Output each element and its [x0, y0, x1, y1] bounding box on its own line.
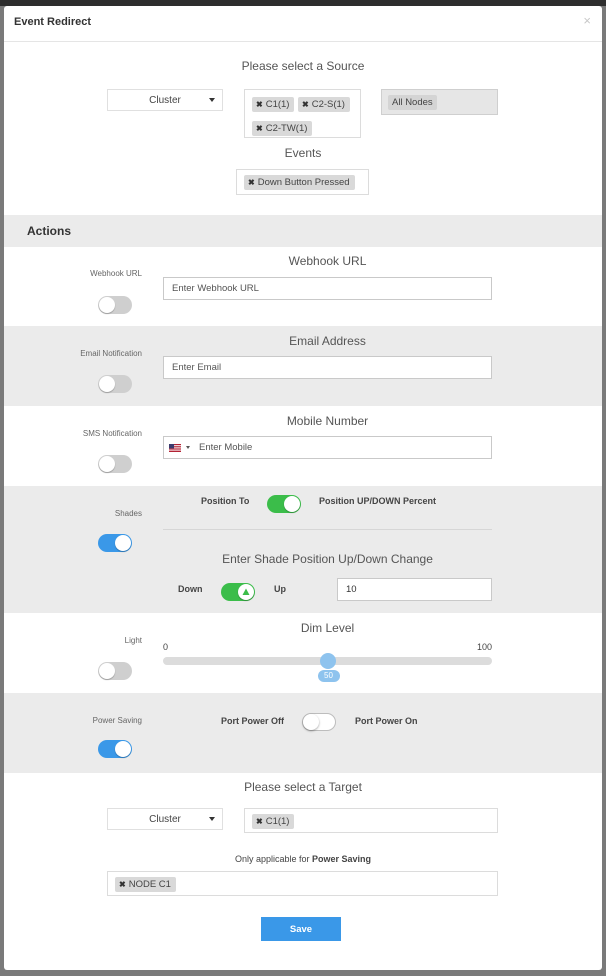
power-saving-toggle[interactable]	[98, 740, 132, 758]
tag-label: Down Button Pressed	[257, 177, 350, 188]
sms-toggle[interactable]	[98, 455, 132, 473]
target-cluster-multiselect[interactable]: ✖ C1(1)	[244, 808, 498, 833]
modal-title: Event Redirect	[14, 16, 92, 28]
toggle-knob	[303, 714, 319, 730]
light-side-label: Light	[124, 636, 142, 645]
slider-max-label: 100	[477, 642, 493, 652]
source-cluster-tag[interactable]: ✖ C1(1)	[252, 97, 295, 112]
power-saving-side-label: Power Saving	[92, 716, 142, 725]
mobile-title: Mobile Number	[286, 414, 369, 428]
light-row: Light Dim Level 0 100 50	[4, 613, 602, 693]
mobile-input[interactable]: Enter Mobile	[163, 436, 492, 459]
toggle-knob	[99, 376, 115, 392]
source-cluster-multiselect[interactable]: ✖ C1(1) ✖ C2-S(1) ✖ C2-TW(1)	[244, 89, 361, 138]
actions-header: Actions	[4, 215, 602, 247]
tag-label: C2-TW(1)	[265, 123, 308, 134]
remove-tag-icon[interactable]: ✖	[119, 880, 126, 889]
toggle-knob	[99, 297, 115, 313]
tag-label: C1(1)	[265, 99, 290, 110]
up-arrow-icon	[242, 588, 250, 595]
note-bold: Power Saving	[312, 854, 372, 864]
tag-label: C1(1)	[265, 816, 290, 827]
shades-side-label: Shades	[114, 509, 142, 518]
shades-row: Shades Position To Position UP/DOWN Perc…	[4, 486, 602, 613]
webhook-title: Webhook URL	[288, 254, 367, 268]
port-power-off-label: Port Power Off	[221, 716, 285, 726]
position-to-label: Position To	[201, 496, 250, 506]
target-cluster-tag[interactable]: ✖ C1(1)	[252, 814, 295, 829]
divider	[163, 529, 492, 530]
note-prefix: Only applicable for	[234, 854, 312, 864]
toggle-knob	[115, 535, 131, 551]
event-redirect-modal: Event Redirect × Please select a Source …	[4, 6, 602, 970]
shades-toggle[interactable]	[98, 534, 132, 552]
position-percent-label: Position UP/DOWN Percent	[319, 496, 437, 506]
dim-slider-handle[interactable]	[319, 653, 336, 669]
source-type-value: Cluster	[149, 94, 181, 106]
port-power-on-label: Port Power On	[355, 716, 418, 726]
email-input[interactable]: Enter Email	[163, 356, 492, 379]
shade-change-title: Enter Shade Position Up/Down Change	[222, 552, 433, 566]
source-cluster-tag[interactable]: ✖ C2-TW(1)	[252, 121, 313, 136]
source-nodes-field[interactable]: All Nodes	[381, 89, 498, 115]
direction-toggle[interactable]	[221, 583, 255, 601]
toggle-knob	[99, 663, 115, 679]
remove-tag-icon[interactable]: ✖	[256, 124, 263, 133]
down-label: Down	[178, 584, 203, 594]
chevron-down-icon	[209, 98, 215, 102]
dim-level-title: Dim Level	[300, 621, 355, 635]
port-power-toggle[interactable]	[302, 713, 336, 731]
toggle-knob	[99, 456, 115, 472]
dim-value-bubble: 50	[317, 670, 340, 682]
event-tag[interactable]: ✖ Down Button Pressed	[244, 175, 355, 190]
webhook-side-label: Webhook URL	[90, 269, 142, 278]
webhook-toggle[interactable]	[98, 296, 132, 314]
modal-header: Event Redirect ×	[4, 6, 602, 42]
events-multiselect[interactable]: ✖ Down Button Pressed	[236, 169, 369, 195]
close-icon[interactable]: ×	[583, 13, 591, 28]
webhook-url-input[interactable]: Enter Webhook URL	[163, 277, 492, 300]
chevron-down-icon	[209, 817, 215, 821]
email-toggle[interactable]	[98, 375, 132, 393]
remove-tag-icon[interactable]: ✖	[256, 100, 263, 109]
source-type-select[interactable]: Cluster	[107, 89, 223, 111]
email-title: Email Address	[289, 334, 366, 348]
save-button[interactable]: Save	[261, 917, 341, 941]
sms-row: SMS Notification Mobile Number Enter Mob…	[4, 406, 602, 486]
slider-min-label: 0	[163, 642, 169, 652]
source-cluster-tag[interactable]: ✖ C2-S(1)	[298, 97, 350, 112]
remove-tag-icon[interactable]: ✖	[302, 100, 309, 109]
up-label: Up	[274, 584, 286, 594]
email-row: Email Notification Email Address Enter E…	[4, 326, 602, 406]
shade-change-input[interactable]: 10	[337, 578, 492, 601]
target-nodes-multiselect[interactable]: ✖ NODE C1	[107, 871, 498, 896]
email-side-label: Email Notification	[80, 349, 142, 358]
target-type-value: Cluster	[149, 813, 181, 825]
toggle-knob	[284, 496, 300, 512]
target-type-select[interactable]: Cluster	[107, 808, 223, 830]
target-heading: Please select a Target	[244, 780, 362, 794]
tag-label: C2-S(1)	[311, 99, 345, 110]
source-heading: Please select a Source	[241, 59, 365, 73]
remove-tag-icon[interactable]: ✖	[256, 817, 263, 826]
nodes-tag: All Nodes	[388, 95, 437, 110]
sms-side-label: SMS Notification	[82, 429, 142, 438]
events-heading: Events	[284, 146, 322, 160]
country-code-select[interactable]	[169, 442, 197, 454]
light-toggle[interactable]	[98, 662, 132, 680]
target-node-tag[interactable]: ✖ NODE C1	[115, 877, 176, 892]
actions-title: Actions	[27, 224, 72, 238]
power-saving-note: Only applicable for Power Saving	[4, 854, 602, 864]
tag-label: NODE C1	[128, 879, 171, 890]
remove-tag-icon[interactable]: ✖	[248, 178, 255, 187]
chevron-down-icon	[186, 446, 190, 449]
us-flag-icon	[169, 444, 181, 452]
power-saving-row: Power Saving Port Power Off Port Power O…	[4, 693, 602, 773]
toggle-knob	[115, 741, 131, 757]
position-to-toggle[interactable]	[267, 495, 301, 513]
webhook-row: Webhook URL Webhook URL Enter Webhook UR…	[4, 247, 602, 326]
